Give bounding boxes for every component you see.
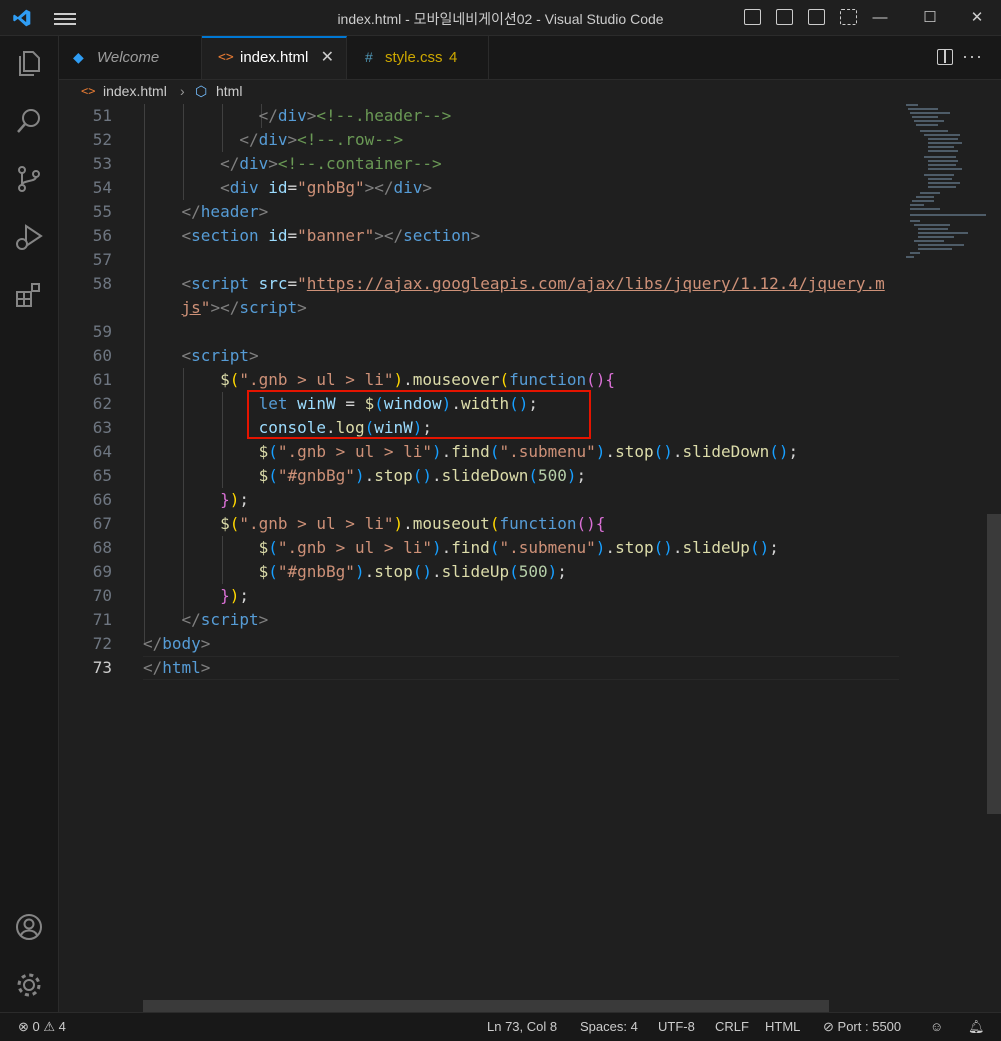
line-number: 57	[92, 250, 112, 269]
minimize-icon[interactable]: —	[868, 6, 892, 30]
code-line: <script src="https://ajax.googleapis.com…	[181, 274, 885, 293]
problems-indicator[interactable]: ⊗ 0 ⚠ 4	[18, 1013, 66, 1041]
search-icon[interactable]	[14, 106, 44, 136]
editor-tab-bar: ◆ Welcome <> index.html ✕ # style.css 4 …	[59, 36, 1001, 80]
line-number: 61	[92, 370, 112, 389]
run-debug-icon[interactable]	[14, 222, 44, 252]
code-line: js"></script>	[181, 298, 307, 317]
line-number: 68	[92, 538, 112, 557]
line-number: 58	[92, 274, 112, 293]
chevron-right-icon: ›	[180, 83, 185, 99]
line-number: 63	[92, 418, 112, 437]
breadcrumb: <> index.html › ⬡ html	[59, 80, 1001, 102]
line-number: 65	[92, 466, 112, 485]
annotation-highlight-box	[247, 390, 591, 439]
feedback-icon[interactable]: ☺	[930, 1013, 943, 1041]
tab-style-css[interactable]: # style.css 4	[347, 36, 489, 79]
vscode-icon: ◆	[73, 49, 84, 65]
code-line: </div><!--.header-->	[258, 106, 452, 125]
extensions-icon[interactable]	[14, 280, 44, 310]
toggle-panel-icon[interactable]	[776, 9, 793, 25]
end-of-line[interactable]: CRLF	[715, 1013, 749, 1041]
toggle-secondary-sidebar-icon[interactable]	[808, 9, 825, 25]
code-line: </html>	[143, 658, 211, 677]
code-line: $(".gnb > ul > li").find(".submenu").sto…	[258, 442, 799, 461]
html-icon: <>	[218, 50, 234, 65]
explorer-icon[interactable]	[14, 48, 44, 78]
line-number: 66	[92, 490, 112, 509]
error-icon: ⊗	[18, 1019, 29, 1034]
line-number: 53	[92, 154, 112, 173]
line-number: 54	[92, 178, 112, 197]
code-line: $(".gnb > ul > li").mouseover(function()…	[220, 370, 616, 389]
code-line: </script>	[181, 610, 269, 629]
vertical-scrollbar[interactable]	[987, 104, 1001, 1000]
notifications-bell-icon[interactable]: 🔔︎	[968, 1013, 985, 1041]
code-line: <div id="gnbBg"></div>	[220, 178, 433, 197]
tab-index-html[interactable]: <> index.html ✕	[202, 36, 347, 79]
css-icon: #	[365, 49, 373, 65]
code-line: </body>	[143, 634, 211, 653]
warning-icon: ⚠	[43, 1019, 56, 1034]
html-icon: <>	[81, 84, 96, 98]
breadcrumb-file[interactable]: index.html	[103, 80, 167, 102]
code-line: <section id="banner"></section>	[181, 226, 481, 245]
line-number: 64	[92, 442, 112, 461]
code-line: $(".gnb > ul > li").find(".submenu").sto…	[258, 538, 779, 557]
code-line: </header>	[181, 202, 269, 221]
close-window-icon[interactable]: ✕	[965, 6, 989, 30]
code-line: $("#gnbBg").stop().slideUp(500);	[258, 562, 567, 581]
maximize-icon[interactable]: ☐	[918, 6, 942, 30]
tab-welcome[interactable]: ◆ Welcome	[59, 36, 202, 79]
line-number: 51	[92, 106, 112, 125]
cursor-position[interactable]: Ln 73, Col 8	[487, 1013, 557, 1041]
code-line: <script>	[181, 346, 259, 365]
line-number: 72	[92, 634, 112, 653]
line-number: 56	[92, 226, 112, 245]
source-control-icon[interactable]	[14, 164, 44, 194]
line-number: 60	[92, 346, 112, 365]
manage-gear-icon[interactable]	[14, 970, 44, 1000]
status-bar: ⊗ 0 ⚠ 4 Ln 73, Col 8 Spaces: 4 UTF-8 CRL…	[0, 1012, 1001, 1041]
problem-count-badge: 4	[449, 49, 458, 66]
symbol-icon: ⬡	[195, 83, 208, 99]
minimap[interactable]	[902, 104, 990, 264]
line-number: 52	[92, 130, 112, 149]
accounts-icon[interactable]	[14, 912, 44, 942]
toggle-primary-sidebar-icon[interactable]	[744, 9, 761, 25]
breadcrumb-symbol[interactable]: html	[216, 80, 242, 102]
line-number: 70	[92, 586, 112, 605]
more-actions-icon[interactable]: ···	[962, 46, 983, 67]
code-line: </div><!--.container-->	[220, 154, 442, 173]
code-line: $(".gnb > ul > li").mouseout(function(){	[220, 514, 606, 533]
vertical-scrollbar-thumb[interactable]	[987, 514, 1001, 814]
customize-layout-icon[interactable]	[840, 9, 857, 25]
line-number: 69	[92, 562, 112, 581]
live-server-port[interactable]: ⊘ Port : 5500	[823, 1013, 901, 1041]
horizontal-scrollbar[interactable]	[143, 1000, 829, 1012]
line-number: 67	[92, 514, 112, 533]
title-bar: index.html - 모바일네비게이션02 - Visual Studio …	[0, 0, 1001, 36]
code-line: });	[220, 586, 249, 605]
encoding[interactable]: UTF-8	[658, 1013, 695, 1041]
close-tab-icon[interactable]: ✕	[321, 38, 334, 77]
code-editor[interactable]: 51 52 53 54 55 56 57 58 59 60 61 62 63 64 65 66 67 68 69 70…	[59, 104, 899, 1000]
activity-bar	[0, 36, 59, 1012]
line-number: 59	[92, 322, 112, 341]
line-number: 62	[92, 394, 112, 413]
indentation[interactable]: Spaces: 4	[580, 1013, 638, 1041]
line-number: 73	[92, 658, 112, 677]
line-number	[59, 296, 112, 320]
line-number: 55	[92, 202, 112, 221]
code-line: });	[220, 490, 249, 509]
line-number: 71	[92, 610, 112, 629]
code-line: </div><!--.row-->	[239, 130, 404, 149]
current-line-highlight	[143, 656, 899, 680]
language-mode[interactable]: HTML	[765, 1013, 800, 1041]
code-line: $("#gnbBg").stop().slideDown(500);	[258, 466, 587, 485]
split-editor-icon[interactable]	[937, 49, 953, 65]
no-entry-icon: ⊘	[823, 1019, 834, 1034]
